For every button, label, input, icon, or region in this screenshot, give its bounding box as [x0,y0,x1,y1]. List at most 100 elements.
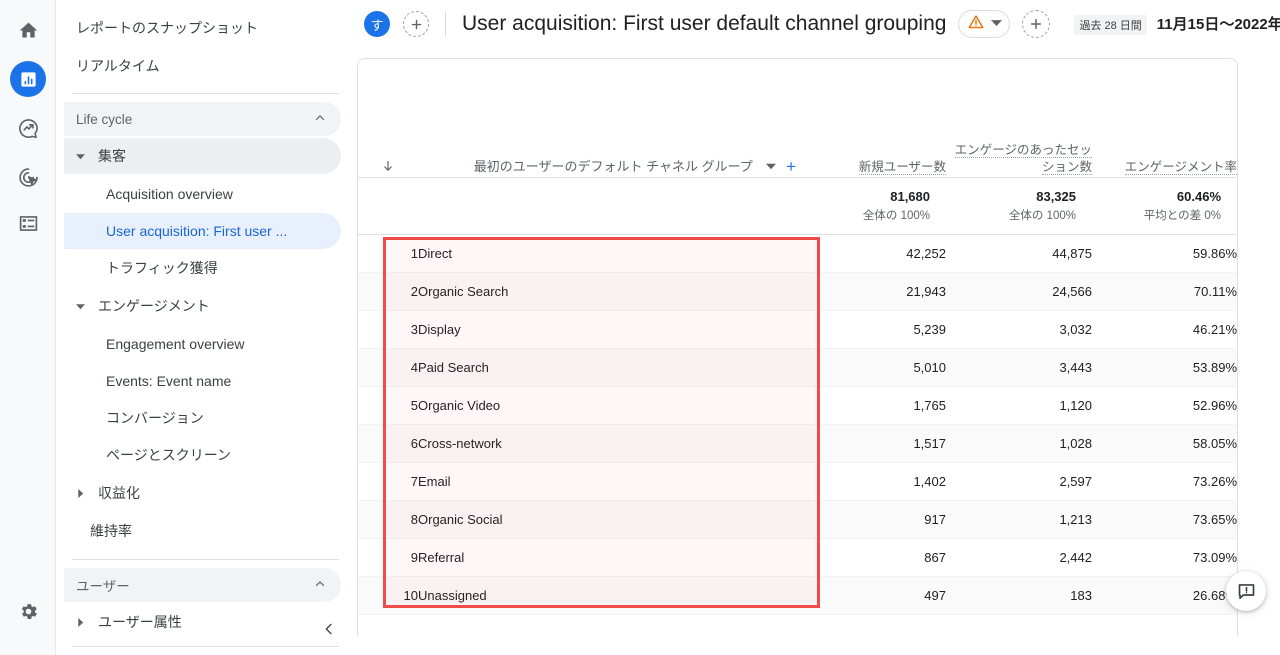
row-new-users: 5,239 [796,310,946,349]
sidebar-item-conversions[interactable]: コンバージョン [64,400,341,436]
topbar-divider [445,11,446,37]
row-engagement-rate: 52.96% [1092,386,1237,425]
metric-header-engagement-rate[interactable]: エンゲージメント率 [1092,59,1237,178]
add-account-icon[interactable] [403,11,429,37]
row-engaged-sessions: 183 [946,576,1092,615]
totals-value: 83,325 [1036,189,1076,204]
data-warning-chip[interactable] [958,10,1011,38]
row-engagement-rate: 70.11% [1092,272,1237,311]
totals-value: 81,680 [890,189,930,204]
row-dimension[interactable]: Cross-network [418,424,796,463]
reports-icon[interactable] [10,61,46,97]
sidebar-item-acquisition-overview[interactable]: Acquisition overview [64,176,341,212]
caret-down-icon [70,152,90,161]
sidebar-item-engagement-overview[interactable]: Engagement overview [64,326,341,362]
row-dimension[interactable]: Paid Search [418,348,796,387]
totals-subtext: 平均との差 0% [1143,210,1221,222]
row-rank: 2 [358,272,418,311]
sidebar-section-life-cycle[interactable]: Life cycle [64,102,341,136]
totals-new-users-cell: 81,680 全体の 100% [796,177,946,235]
row-engaged-sessions: 2,597 [946,462,1092,501]
sidebar-divider-2 [72,559,339,560]
row-dimension[interactable]: Organic Social [418,500,796,539]
totals-subtext: 全体の 100% [1008,210,1076,222]
sidebar-group-acquisition[interactable]: 集客 [64,138,341,174]
sidebar-group-monetization[interactable]: 収益化 [64,475,341,511]
add-comparison-button[interactable] [1022,10,1051,38]
main-content: す User acquisition: First user default c… [357,0,1280,655]
sidebar-item-retention[interactable]: 維持率 [64,513,341,549]
row-engagement-rate: 73.09% [1092,538,1237,577]
row-dimension[interactable]: Unassigned [418,576,796,615]
sidebar-group-demographics[interactable]: ユーザー属性 [64,604,341,640]
sidebar-divider-3 [72,646,339,647]
table-row[interactable]: 6 Cross-network 1,517 1,028 58.05% [358,424,1237,463]
row-engaged-sessions: 1,120 [946,386,1092,425]
sidebar-item-label: Events: Event name [106,373,232,389]
table-row[interactable]: 8 Organic Social 917 1,213 73.65% [358,500,1237,539]
sidebar-item-traffic-acquisition[interactable]: トラフィック獲得 [64,250,341,286]
row-dimension[interactable]: Direct [418,234,796,273]
chevron-up-icon [313,577,327,594]
sidebar-item-label: Engagement overview [106,336,245,352]
date-preset-badge[interactable]: 過去 28 日間 [1074,15,1147,35]
explore-icon[interactable] [10,110,46,146]
sidebar-group-label: 集客 [98,148,126,164]
analytics-app: レポートのスナップショット リアルタイム Life cycle 集客 Acqui… [0,0,1280,655]
sidebar-collapse-button[interactable] [315,615,343,643]
metric-header-engaged-sessions[interactable]: エンゲージのあったセッション数 [946,59,1092,178]
library-icon[interactable] [10,205,46,241]
sort-indicator-cell[interactable] [358,59,418,178]
sidebar-group-engagement[interactable]: エンゲージメント [64,288,341,324]
table-row[interactable]: 10 Unassigned 497 183 26.68% [358,576,1237,615]
row-new-users: 1,402 [796,462,946,501]
sidebar-section-user[interactable]: ユーザー [64,568,341,602]
report-topbar: す User acquisition: First user default c… [357,0,1280,48]
add-dimension-icon[interactable]: + [786,157,796,176]
advertising-icon[interactable] [10,159,46,195]
row-rank: 1 [358,234,418,273]
row-rank: 9 [358,538,418,577]
table-row[interactable]: 4 Paid Search 5,010 3,443 53.89% [358,348,1237,387]
row-dimension[interactable]: Organic Video [418,386,796,425]
sidebar-item-reports-snapshot[interactable]: レポートのスナップショット [64,9,341,47]
row-engagement-rate: 26.68% [1092,576,1237,615]
account-avatar[interactable]: す [364,11,390,37]
sidebar-item-label: トラフィック獲得 [106,260,218,276]
table-row[interactable]: 9 Referral 867 2,442 73.09% [358,538,1237,577]
dimension-header-cell[interactable]: 最初のユーザーのデフォルト チャネル グループ + [418,59,796,178]
row-engaged-sessions: 24,566 [946,272,1092,311]
date-range-text[interactable]: 11月15日〜2022年1 [1157,13,1280,34]
sidebar-item-realtime[interactable]: リアルタイム [64,47,341,85]
row-engagement-rate: 53.89% [1092,348,1237,387]
metric-header-new-users[interactable]: 新規ユーザー数 [796,59,946,178]
feedback-button[interactable] [1226,571,1266,611]
gear-icon[interactable] [10,593,46,629]
sidebar-item-pages-and-screens[interactable]: ページとスクリーン [64,437,341,473]
row-engaged-sessions: 2,442 [946,538,1092,577]
metric-header-label: エンゲージメント率 [1124,160,1237,176]
dimension-header-label: 最初のユーザーのデフォルト チャネル グループ [473,159,753,174]
row-new-users: 5,010 [796,348,946,387]
chevron-down-icon[interactable] [766,159,780,174]
page-title: User acquisition: First user default cha… [462,12,947,35]
date-range-selector[interactable]: 過去 28 日間 11月15日〜2022年1 [1074,13,1280,35]
sidebar-item-user-acquisition[interactable]: User acquisition: First user ... [64,213,341,249]
row-dimension[interactable]: Display [418,310,796,349]
sidebar-item-label: コンバージョン [106,410,204,426]
row-new-users: 42,252 [796,234,946,273]
table-row[interactable]: 3 Display 5,239 3,032 46.21% [358,310,1237,349]
totals-engaged-sessions-cell: 83,325 全体の 100% [946,177,1092,235]
home-icon[interactable] [10,12,46,48]
table-row[interactable]: 7 Email 1,402 2,597 73.26% [358,462,1237,501]
table-row[interactable]: 2 Organic Search 21,943 24,566 70.11% [358,272,1237,311]
sidebar-item-label: User acquisition: First user ... [106,223,288,239]
row-dimension[interactable]: Organic Search [418,272,796,311]
table-row[interactable]: 1 Direct 42,252 44,875 59.86% [358,234,1237,273]
sidebar-item-events-event-name[interactable]: Events: Event name [64,363,341,399]
table-row[interactable]: 5 Organic Video 1,765 1,120 52.96% [358,386,1237,425]
row-dimension[interactable]: Email [418,462,796,501]
row-engaged-sessions: 1,028 [946,424,1092,463]
row-rank: 10 [358,576,418,615]
row-dimension[interactable]: Referral [418,538,796,577]
